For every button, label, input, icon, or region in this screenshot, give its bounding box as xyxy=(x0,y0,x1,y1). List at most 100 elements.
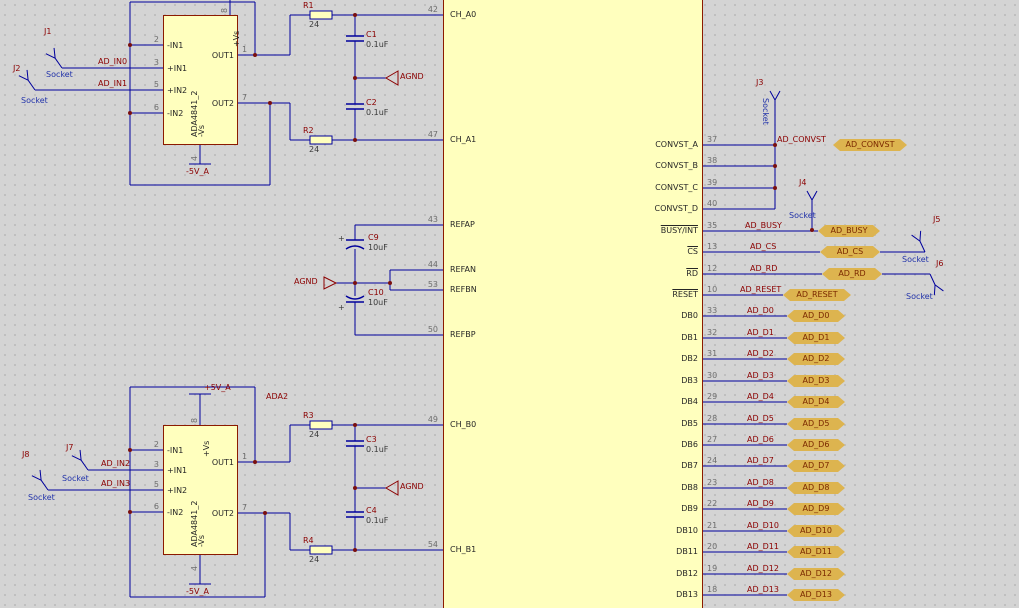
net-label[interactable]: AD_D12 xyxy=(747,564,779,573)
net-label[interactable]: AD_IN2 xyxy=(101,459,130,468)
connector-ref[interactable]: J3 xyxy=(756,78,763,87)
port[interactable]: AD_RESET xyxy=(783,289,851,301)
port[interactable]: AD_CS xyxy=(820,246,880,258)
polarity-mark: + xyxy=(338,303,345,312)
net-label[interactable]: AD_D11 xyxy=(747,542,779,551)
socket-symbol-j4[interactable] xyxy=(806,190,818,212)
connector-type[interactable]: Socket xyxy=(761,98,770,132)
net-label[interactable]: AD_IN0 xyxy=(98,57,127,66)
net-label[interactable]: AD_RD xyxy=(750,264,777,273)
capacitor-ref[interactable]: C2 xyxy=(366,98,377,107)
port[interactable]: AD_BUSY xyxy=(818,225,880,237)
socket-symbol-j7[interactable] xyxy=(71,449,92,473)
connector-ref[interactable]: J8 xyxy=(22,450,29,459)
socket-symbol-j8[interactable] xyxy=(31,469,52,493)
port[interactable]: AD_D7 xyxy=(787,460,845,472)
port[interactable]: AD_D0 xyxy=(787,310,845,322)
pin-number: 20 xyxy=(707,542,718,551)
port[interactable]: AD_D6 xyxy=(787,439,845,451)
port[interactable]: AD_D12 xyxy=(787,568,845,580)
net-label[interactable]: AD_D7 xyxy=(747,456,774,465)
port[interactable]: AD_D10 xyxy=(787,525,845,537)
net-label[interactable]: AD_D5 xyxy=(747,414,774,423)
port-label: AD_D8 xyxy=(802,483,830,492)
connector-type[interactable]: Socket xyxy=(21,96,48,105)
port[interactable]: AD_D3 xyxy=(787,375,845,387)
connector-ref[interactable]: J5 xyxy=(933,215,940,224)
capacitor-value[interactable]: 0.1uF xyxy=(366,445,388,454)
socket-symbol-j1[interactable] xyxy=(45,47,66,71)
neg-supply-label[interactable]: -5V_A xyxy=(186,167,209,176)
pos-supply-label[interactable]: +5V_A xyxy=(204,383,231,392)
net-label[interactable]: AD_IN3 xyxy=(101,479,130,488)
resistor-value[interactable]: 24 xyxy=(309,430,319,439)
capacitor-ref[interactable]: C4 xyxy=(366,506,377,515)
connector-type[interactable]: Socket xyxy=(46,70,73,79)
capacitor-value[interactable]: 0.1uF xyxy=(366,516,388,525)
port[interactable]: AD_D13 xyxy=(787,589,845,601)
agnd-label[interactable]: AGND xyxy=(400,72,424,81)
capacitor-value[interactable]: 0.1uF xyxy=(366,108,388,117)
port[interactable]: AD_D2 xyxy=(787,353,845,365)
resistor-ref[interactable]: R2 xyxy=(303,126,314,135)
agnd-label[interactable]: AGND xyxy=(400,482,424,491)
net-label[interactable]: AD_D4 xyxy=(747,392,774,401)
capacitor-ref[interactable]: C10 xyxy=(368,288,384,297)
net-label[interactable]: AD_D0 xyxy=(747,306,774,315)
connector-ref[interactable]: J2 xyxy=(13,64,20,73)
net-label[interactable]: AD_RESET xyxy=(740,285,781,294)
capacitor-ref[interactable]: C3 xyxy=(366,435,377,444)
net-label[interactable]: AD_D2 xyxy=(747,349,774,358)
capacitor-value[interactable]: 0.1uF xyxy=(366,40,388,49)
connector-ref[interactable]: J6 xyxy=(936,259,943,268)
pin-name: -IN2 xyxy=(167,109,184,118)
neg-supply-label[interactable]: -5V_A xyxy=(186,587,209,596)
capacitor-value[interactable]: 10uF xyxy=(368,298,388,307)
agnd-label[interactable]: AGND xyxy=(294,277,318,286)
pin-number: 7 xyxy=(242,503,248,512)
port[interactable]: AD_D4 xyxy=(787,396,845,408)
capacitor-value[interactable]: 10uF xyxy=(368,243,388,252)
capacitor-ref[interactable]: C1 xyxy=(366,30,377,39)
port[interactable]: AD_D1 xyxy=(787,332,845,344)
net-label[interactable]: AD_BUSY xyxy=(745,221,782,230)
pin-number: 19 xyxy=(707,564,718,573)
port-label: AD_D6 xyxy=(802,440,830,449)
connector-type[interactable]: Socket xyxy=(902,255,929,264)
port[interactable]: AD_CONVST xyxy=(833,139,907,151)
connector-type[interactable]: Socket xyxy=(789,211,816,220)
net-label[interactable]: AD_IN1 xyxy=(98,79,127,88)
capacitor-ref[interactable]: C9 xyxy=(368,233,379,242)
schematic-canvas[interactable]: R1 24 R2 24 R3 24 R4 24 C1 0.1uF C2 0.1u… xyxy=(0,0,1019,608)
net-label[interactable]: AD_D6 xyxy=(747,435,774,444)
resistor-ref[interactable]: R1 xyxy=(303,1,314,10)
net-label[interactable]: AD_D13 xyxy=(747,585,779,594)
net-label[interactable]: AD_CONVST xyxy=(777,135,826,144)
port[interactable]: AD_D5 xyxy=(787,418,845,430)
socket-symbol-j3[interactable] xyxy=(769,90,781,112)
net-label[interactable]: AD_D10 xyxy=(747,521,779,530)
amp2-designator[interactable]: ADA2 xyxy=(266,392,288,401)
resistor-ref[interactable]: R3 xyxy=(303,411,314,420)
net-label[interactable]: AD_D8 xyxy=(747,478,774,487)
connector-ref[interactable]: J4 xyxy=(799,178,806,187)
port[interactable]: AD_D8 xyxy=(787,482,845,494)
resistor-value[interactable]: 24 xyxy=(309,20,319,29)
port[interactable]: AD_RD xyxy=(822,268,882,280)
resistor-value[interactable]: 24 xyxy=(309,555,319,564)
connector-type[interactable]: Socket xyxy=(28,493,55,502)
port[interactable]: AD_D9 xyxy=(787,503,845,515)
resistor-ref[interactable]: R4 xyxy=(303,536,314,545)
port[interactable]: AD_D11 xyxy=(787,546,845,558)
connector-ref[interactable]: J7 xyxy=(66,443,73,452)
net-label[interactable]: AD_D3 xyxy=(747,371,774,380)
net-label[interactable]: AD_D9 xyxy=(747,499,774,508)
socket-symbol-j2[interactable] xyxy=(18,69,39,93)
net-label[interactable]: AD_D1 xyxy=(747,328,774,337)
resistor-value[interactable]: 24 xyxy=(309,145,319,154)
connector-ref[interactable]: J1 xyxy=(44,27,51,36)
net-label[interactable]: AD_CS xyxy=(750,242,776,251)
socket-symbol-j5[interactable] xyxy=(911,230,930,254)
connector-type[interactable]: Socket xyxy=(906,292,933,301)
connector-type[interactable]: Socket xyxy=(62,474,89,483)
